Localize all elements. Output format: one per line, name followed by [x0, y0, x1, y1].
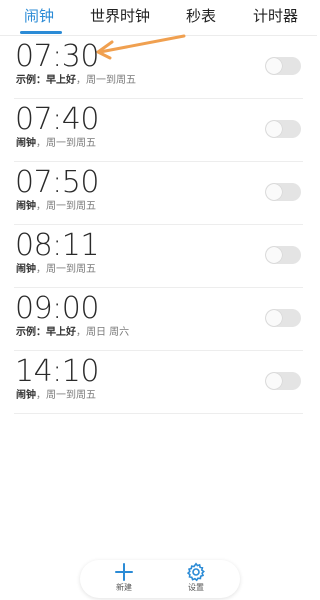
new-alarm-label: 新建 [116, 583, 132, 592]
alarm-toggle[interactable] [265, 120, 301, 138]
alarm-row[interactable]: 07:40 闹钟，周一到周五 [0, 99, 317, 162]
alarm-row[interactable]: 08:11 闹钟，周一到周五 [0, 225, 317, 288]
alarm-repeat: ，周一到周五 [36, 390, 96, 401]
alarm-label: 示例：早上好 [16, 327, 76, 338]
alarm-time: 07:40 [15, 102, 99, 137]
settings-label: 设置 [188, 583, 204, 592]
alarm-description: 闹钟，周一到周五 [16, 389, 96, 403]
alarm-description: 示例：早上好，周一到周五 [16, 74, 136, 88]
alarm-repeat: ，周日 周六 [76, 327, 130, 338]
alarm-repeat: ，周一到周五 [76, 75, 136, 86]
alarm-time: 09:00 [15, 291, 99, 326]
alarm-description: 闹钟，周一到周五 [16, 137, 96, 151]
alarm-label: 闹钟 [16, 138, 36, 149]
tab-world-clock[interactable]: 世界时钟 [90, 6, 150, 26]
alarm-label: 示例：早上好 [16, 75, 76, 86]
alarm-row[interactable]: 14:10 闹钟，周一到周五 [0, 351, 317, 414]
alarm-time: 07:30 [15, 39, 99, 74]
plus-icon [115, 563, 133, 581]
alarm-time: 14:10 [15, 354, 99, 389]
alarm-description: 闹钟，周一到周五 [16, 263, 96, 277]
alarm-description: 闹钟，周一到周五 [16, 200, 96, 214]
alarm-toggle[interactable] [265, 183, 301, 201]
settings-button[interactable]: 设置 [176, 562, 216, 596]
alarm-label: 闹钟 [16, 390, 36, 401]
alarm-label: 闹钟 [16, 201, 36, 212]
alarm-toggle[interactable] [265, 309, 301, 327]
toggle-knob [266, 247, 282, 263]
tab-alarm[interactable]: 闹钟 [24, 6, 54, 26]
annotation-arrow-icon [96, 34, 186, 60]
alarm-toggle[interactable] [265, 246, 301, 264]
gear-icon [186, 562, 205, 582]
tab-stopwatch[interactable]: 秒表 [186, 6, 216, 26]
toggle-knob [266, 58, 282, 74]
alarm-repeat: ，周一到周五 [36, 201, 96, 212]
active-tab-indicator [20, 31, 62, 34]
alarm-list: 07:30 示例：早上好，周一到周五 07:40 闹钟，周一到周五 07:50 … [0, 36, 317, 414]
alarm-row[interactable]: 09:00 示例：早上好，周日 周六 [0, 288, 317, 351]
alarm-row[interactable]: 07:50 闹钟，周一到周五 [0, 162, 317, 225]
alarm-label: 闹钟 [16, 264, 36, 275]
alarm-toggle[interactable] [265, 57, 301, 75]
alarm-repeat: ，周一到周五 [36, 264, 96, 275]
tab-timer[interactable]: 计时器 [253, 6, 298, 26]
alarm-time: 08:11 [15, 228, 99, 263]
toggle-knob [266, 373, 282, 389]
new-alarm-button[interactable]: 新建 [104, 562, 144, 596]
toggle-knob [266, 184, 282, 200]
toggle-knob [266, 121, 282, 137]
alarm-time: 07:50 [15, 165, 99, 200]
alarm-description: 示例：早上好，周日 周六 [16, 326, 129, 340]
alarm-toggle[interactable] [265, 372, 301, 390]
bottom-action-bar: 新建 设置 [80, 560, 240, 598]
toggle-knob [266, 310, 282, 326]
alarm-repeat: ，周一到周五 [36, 138, 96, 149]
